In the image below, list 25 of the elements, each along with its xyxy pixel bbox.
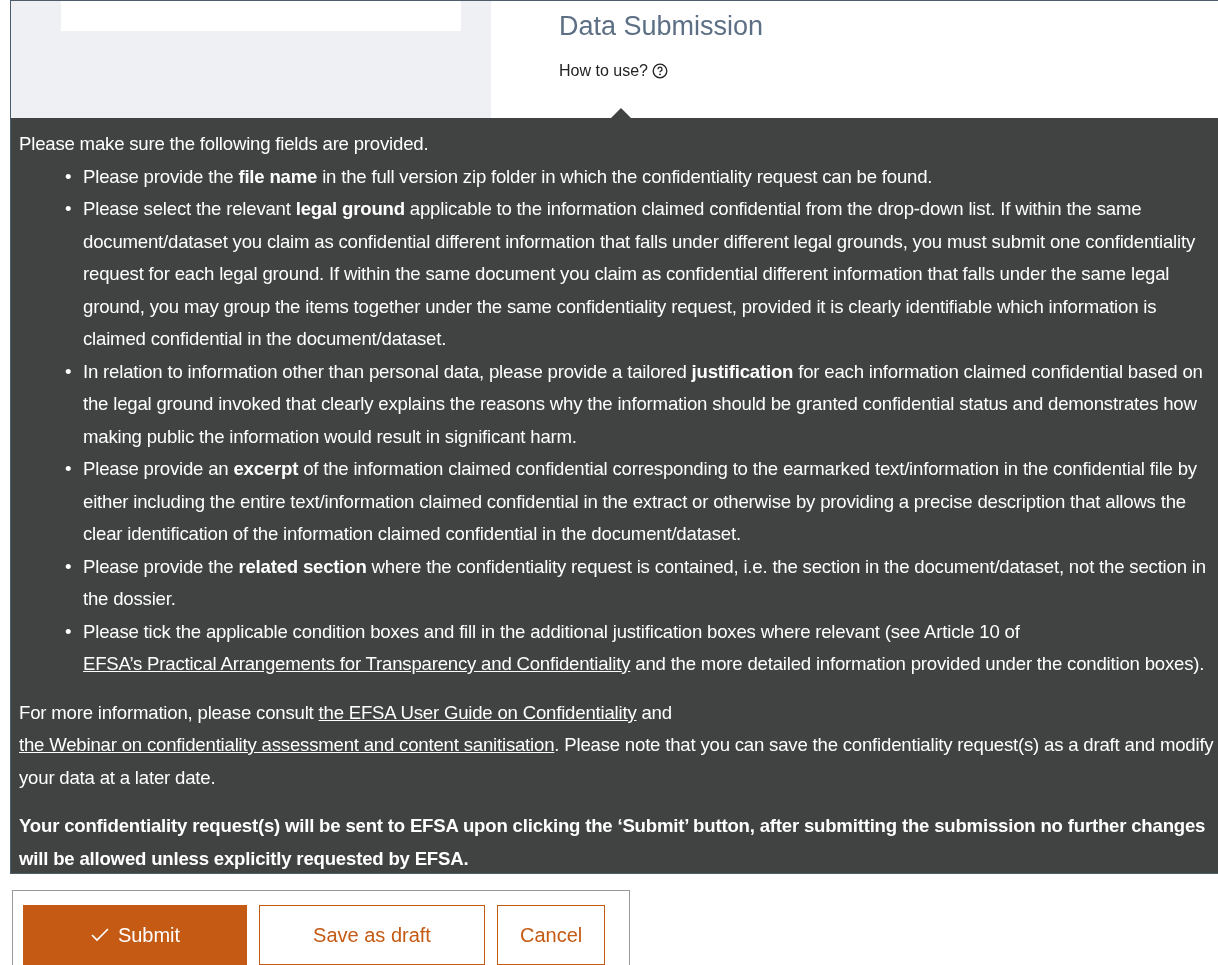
checkmark-icon [89, 927, 110, 943]
tooltip-intro: Please make sure the following fields are provided. [19, 132, 430, 156]
tooltip-list-item: Please tick the applicable condition boxes and fill in the additional justification boxes where relevant (see Article 10 of EFSA’s Practical Arrangements for Transparency and Confidentiality and the more detailed information provided under the condition boxes). [83, 619, 1206, 676]
bullet-mark: • [65, 359, 73, 384]
tooltip-list-item: Please provide the related section where the confidentiality request is contained, i.e. the section in the document/dataset, not the section in the dossier. [83, 554, 1207, 611]
help-icon [651, 63, 668, 79]
action-button[interactable]: Cancel [497, 905, 606, 965]
submit-warning: Your confidentiality request(s) will be sent to EFSA upon clicking the ‘Submit’ button, after submitting the submission no further changes will be allowed unless explicitly requested by EFSA. [19, 814, 1207, 871]
how-to-use-link[interactable]: How to use? [559, 62, 648, 80]
document-link[interactable]: the Webinar on confidentiality assessment and content sanitisation [19, 734, 555, 755]
document-link[interactable]: the EFSA User Guide on Confidentiality [318, 701, 637, 723]
bullet-mark: • [65, 619, 73, 644]
tooltip-list-item: Please select the relevant legal ground applicable to the information claimed confidential from the drop-down list. If within the same document/dataset you claim as confidential different information that falls under different legal grounds, you must submit one confidentiality request for each legal ground. If within the same document you claim as confidential different information that falls under the same legal ground, you may group the items together under the same confidentiality request, provided it is clearly identifiable which information is claimed confidential in the document/dataset. [83, 197, 1196, 351]
bullet-mark: • [65, 197, 73, 221]
document-link[interactable]: EFSA’s Practical Arrangements for Transparency and Confidentiality [83, 653, 631, 674]
bullet-mark: • [65, 554, 73, 579]
bullet-mark: • [65, 457, 73, 481]
tooltip-list-item: In relation to information other than personal data, please provide a tailored justification for each information claimed confidential based on the legal ground invoked that clearly explains the reasons why the information should be granted confidential status and demonstrates how making public the information would result in significant harm. [83, 359, 1204, 449]
tooltip-list-item: Please provide an excerpt of the information claimed confidential corresponding to the earmarked text/information in the confidential file by either including the entire text/information claimed confidential in the extract or otherwise by providing a precise description that allows the clear identification of the information claimed confidential in the document/dataset. [83, 457, 1198, 546]
page-title: Data Submission [559, 11, 764, 42]
action-button[interactable]: Save as draft [259, 905, 485, 965]
bullet-mark: • [65, 164, 73, 189]
more-info-paragraph: For more information, please consult the EFSA User Guide on Confidentiality and the Webinar on confidentiality assessment and content sanitisation. Please note that you can save the confidentiality request(s) as a draft and modify your data at a later date. [19, 700, 1214, 790]
submit-button[interactable]: Submit [23, 905, 247, 965]
tooltip-list-item: Please provide the file name in the full version zip folder in which the confidentiality request can be found. [83, 164, 934, 189]
